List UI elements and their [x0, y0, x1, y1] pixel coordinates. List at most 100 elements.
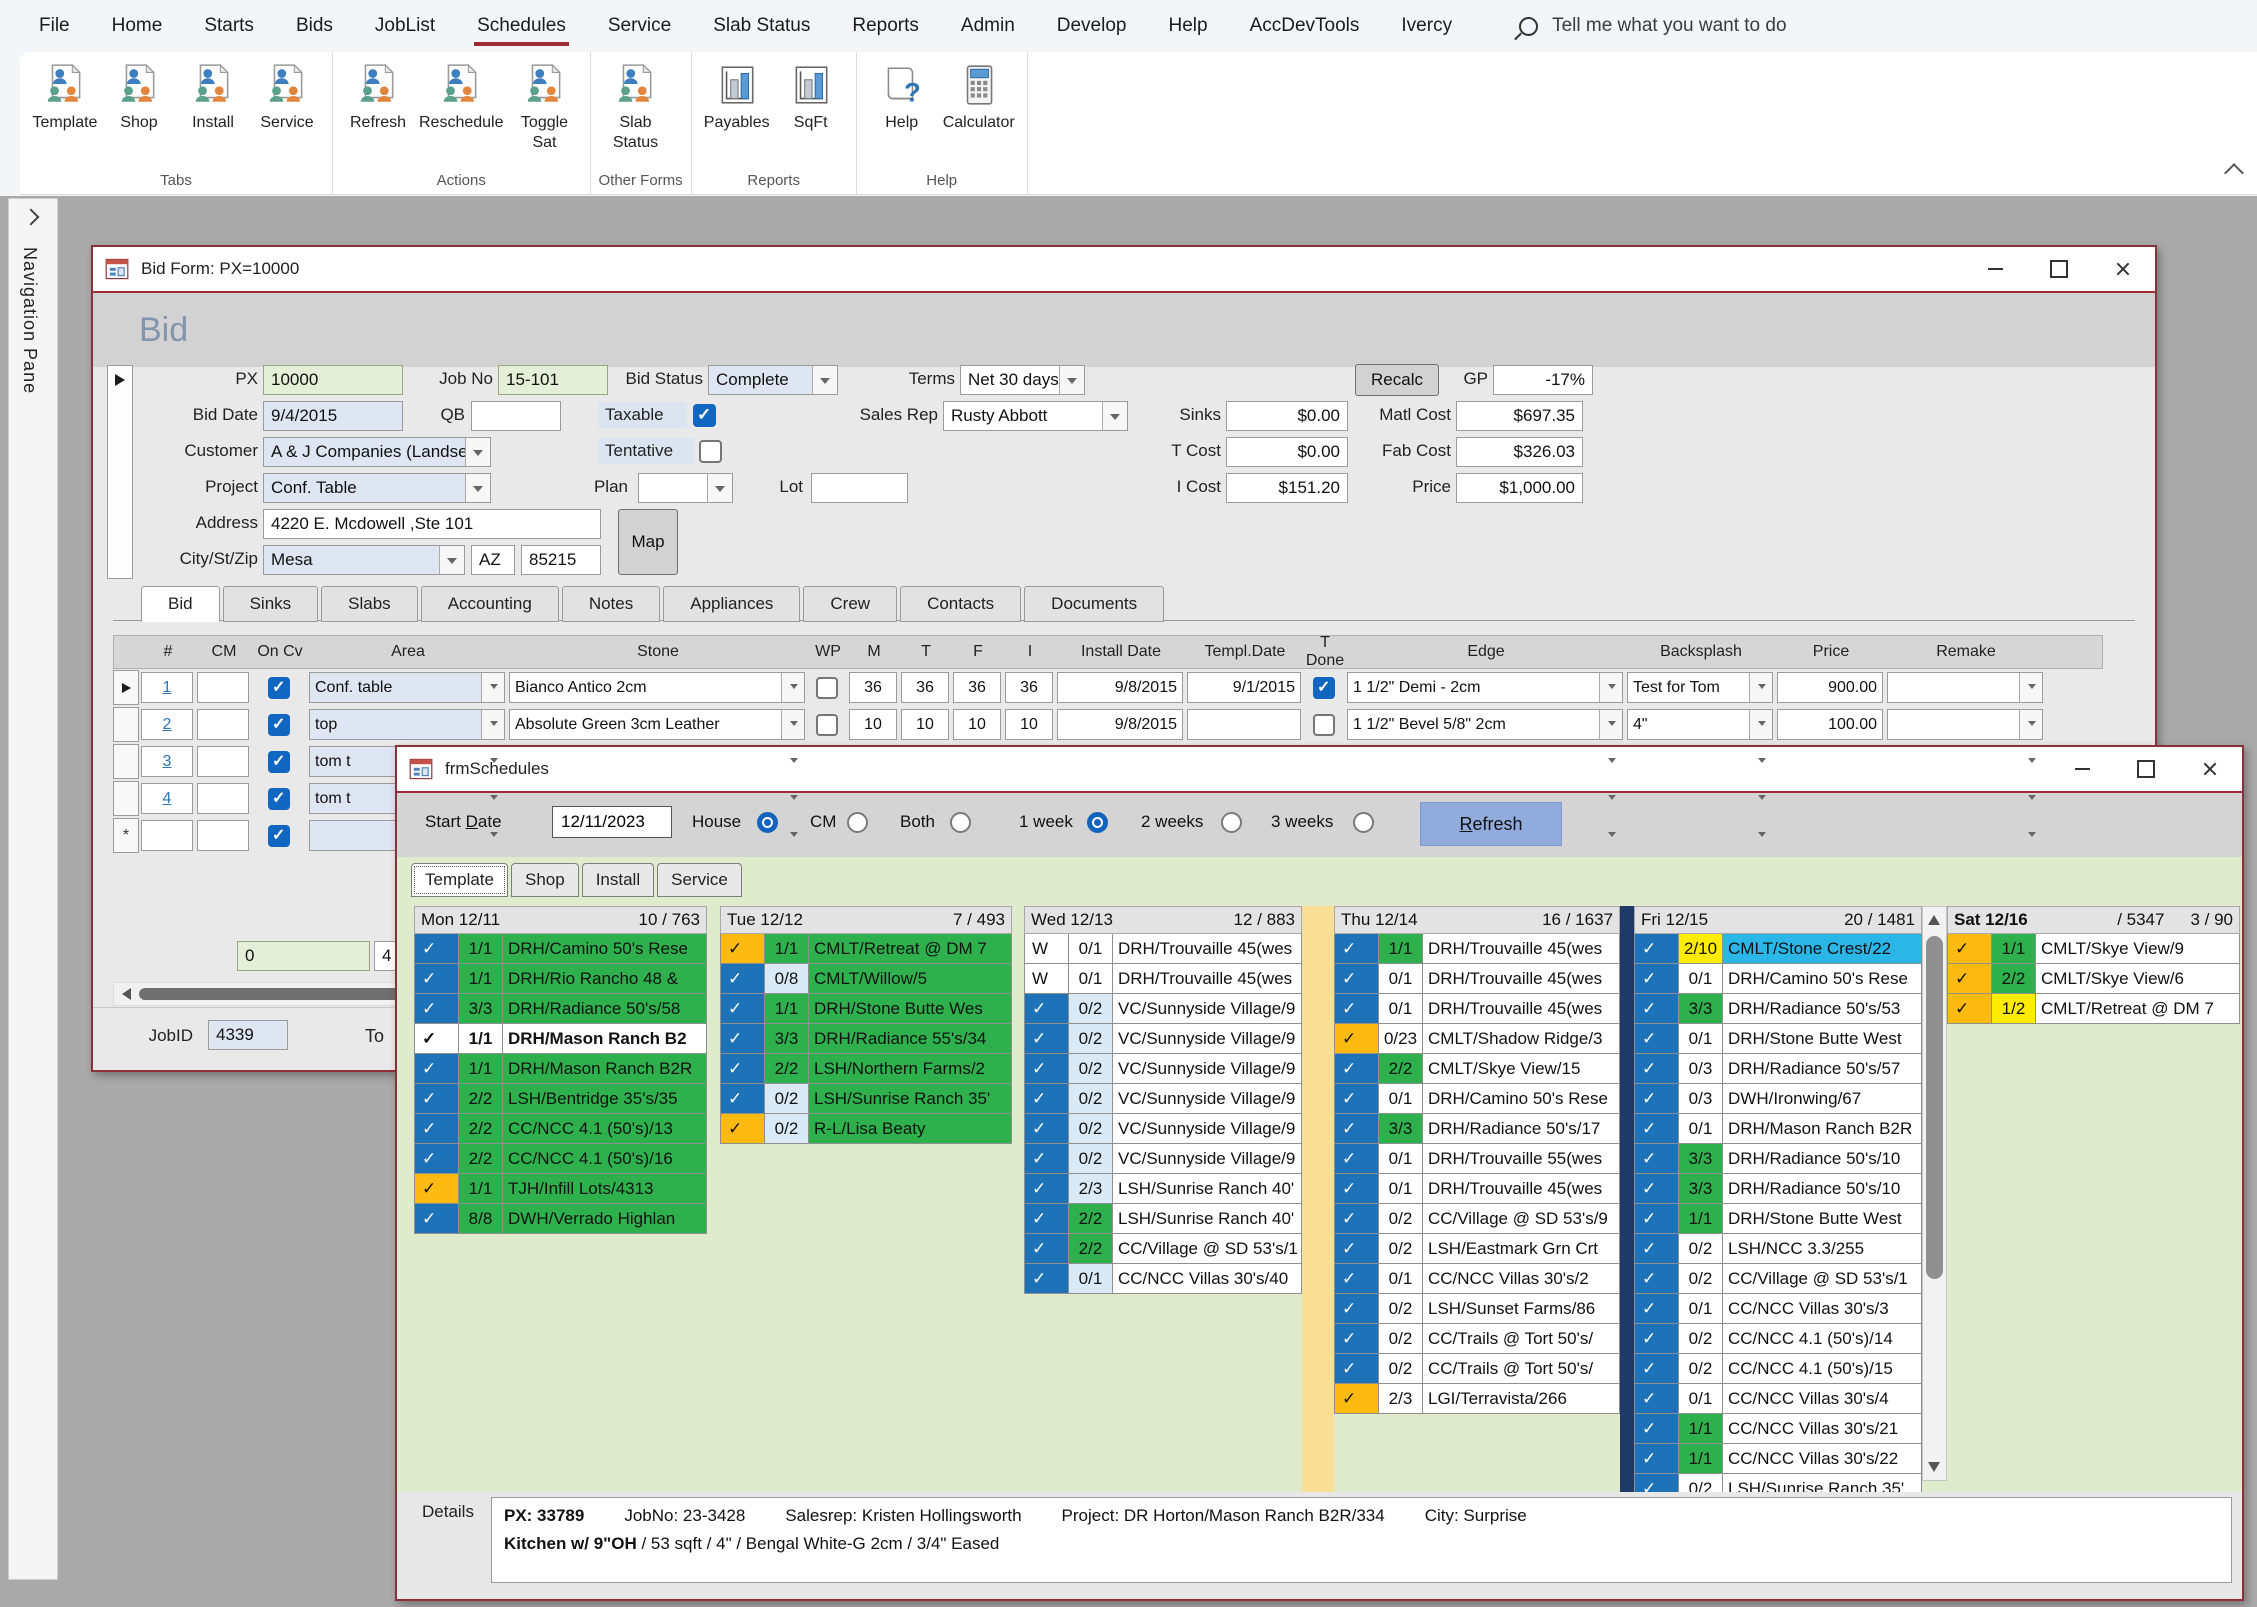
schedule-job-row[interactable]: ✓3/3DRH/Radiance 50's/10 [1634, 1174, 1922, 1204]
menu-help[interactable]: Help [1147, 3, 1228, 49]
gp-field[interactable]: -17% [1493, 365, 1593, 395]
schedule-job-row[interactable]: ✓0/1CC/NCC Villas 30's/2 [1334, 1264, 1620, 1294]
schedule-job-row[interactable]: ✓0/1DRH/Mason Ranch B2R [1634, 1114, 1922, 1144]
help-button[interactable]: ?Help [865, 58, 939, 137]
schedule-job-row[interactable]: ✓1/1CC/NCC Villas 30's/21 [1634, 1414, 1922, 1444]
price-field[interactable]: $1,000.00 [1456, 473, 1583, 503]
schedule-job-row[interactable]: ✓0/2CC/Trails @ Tort 50's/ [1334, 1354, 1620, 1384]
calculator-button[interactable]: Calculator [939, 58, 1019, 137]
schedule-job-row[interactable]: ✓8/8DWH/Verrado Highlan [414, 1204, 707, 1234]
scroll-left-icon[interactable] [122, 988, 131, 1000]
customer-select[interactable]: A & J Companies (Landsea) [263, 437, 491, 467]
menu-service[interactable]: Service [587, 3, 692, 49]
schedule-job-row[interactable]: ✓0/1DRH/Trouvaille 45(wes [1334, 994, 1620, 1024]
plan-select[interactable] [638, 473, 733, 503]
collapse-ribbon-icon[interactable] [2224, 163, 2244, 183]
schedule-job-row[interactable]: ✓2/2CC/NCC 4.1 (50's)/13 [414, 1114, 707, 1144]
schedule-job-row[interactable]: ✓2/2LSH/Bentridge 35's/35 [414, 1084, 707, 1114]
menu-slab-status[interactable]: Slab Status [692, 3, 831, 49]
area-cell[interactable]: top [309, 709, 505, 740]
start-date-input[interactable]: 12/11/2023 [552, 806, 672, 838]
toggle-sat-button[interactable]: Toggle Sat [508, 58, 582, 157]
tab-bid[interactable]: Bid [141, 586, 220, 622]
tab-install[interactable]: Install [582, 863, 654, 897]
menu-starts[interactable]: Starts [183, 3, 275, 49]
tab-sinks[interactable]: Sinks [223, 586, 319, 622]
price-cell[interactable]: 900.00 [1777, 672, 1883, 703]
t_done-checkbox[interactable] [1313, 677, 1335, 699]
scroll-down-icon[interactable] [1928, 1462, 1940, 1472]
tab-template[interactable]: Template [411, 863, 508, 897]
schedules-titlebar[interactable]: frmSchedules [397, 747, 2242, 793]
schedule-job-row[interactable]: ✓0/2VC/Sunnyside Village/9 [1024, 1054, 1302, 1084]
on_cv-checkbox[interactable] [268, 825, 290, 847]
schedule-job-row[interactable]: ✓0/1CC/NCC Villas 30's/4 [1634, 1384, 1922, 1414]
schedule-job-row[interactable]: ✓2/3LSH/Sunrise Ranch 40' [1024, 1174, 1302, 1204]
schedule-job-row[interactable]: ✓0/2LSH/Eastmark Grn Crt [1334, 1234, 1620, 1264]
refresh-button[interactable]: Refresh [341, 58, 415, 137]
close-button[interactable] [2178, 747, 2242, 791]
taxable-checkbox[interactable] [693, 404, 716, 427]
num-cell[interactable]: 2 [141, 709, 193, 740]
schedule-job-row[interactable]: ✓2/2CMLT/Skye View/6 [1947, 964, 2240, 994]
t-cell[interactable]: 36 [901, 672, 949, 703]
px-field[interactable]: 10000 [263, 365, 403, 395]
schedule-job-row[interactable]: ✓1/1CMLT/Skye View/9 [1947, 934, 2240, 964]
install_date-cell[interactable]: 9/8/2015 [1057, 672, 1183, 703]
tell-me-search[interactable]: Tell me what you want to do [1519, 15, 1786, 37]
jobid-field[interactable]: 4339 [208, 1020, 288, 1050]
shop-button[interactable]: Shop [102, 58, 176, 137]
templ_date-cell[interactable]: 9/1/2015 [1187, 672, 1301, 703]
schedule-job-row[interactable]: ✓0/23CMLT/Shadow Ridge/3 [1334, 1024, 1620, 1054]
schedule-job-row[interactable]: ✓0/8CMLT/Willow/5 [720, 964, 1012, 994]
schedule-job-row[interactable]: ✓1/1CC/NCC Villas 30's/22 [1634, 1444, 1922, 1474]
schedule-job-row[interactable]: ✓3/3DRH/Radiance 50's/17 [1334, 1114, 1620, 1144]
t-cell[interactable]: 10 [901, 709, 949, 740]
close-button[interactable] [2091, 247, 2155, 291]
expand-nav-pane-icon[interactable] [23, 209, 40, 226]
reschedule-button[interactable]: Reschedule [415, 58, 508, 137]
cm-radio[interactable] [847, 812, 868, 833]
terms-select[interactable]: Net 30 days [960, 365, 1085, 395]
schedule-job-row[interactable]: ✓2/3LGI/Terravista/266 [1334, 1384, 1620, 1414]
minimize-button[interactable] [2050, 747, 2114, 791]
city-select[interactable]: Mesa [263, 545, 465, 575]
menu-joblist[interactable]: JobList [354, 3, 456, 49]
both-radio[interactable] [950, 812, 971, 833]
row-selector[interactable] [113, 670, 139, 705]
on_cv-checkbox[interactable] [268, 788, 290, 810]
schedule-job-row[interactable]: W0/1DRH/Trouvaille 45(wes [1024, 934, 1302, 964]
schedule-job-row[interactable]: ✓2/2CMLT/Skye View/15 [1334, 1054, 1620, 1084]
tab-appliances[interactable]: Appliances [663, 586, 800, 622]
row-selector[interactable] [113, 744, 139, 779]
one-week-radio[interactable] [1087, 812, 1108, 833]
payables-button[interactable]: Payables [700, 58, 774, 137]
install_date-cell[interactable]: 9/8/2015 [1057, 709, 1183, 740]
sqft-button[interactable]: SqFt [774, 58, 848, 137]
schedule-job-row[interactable]: ✓0/1DRH/Stone Butte West [1634, 1024, 1922, 1054]
tab-crew[interactable]: Crew [803, 586, 897, 622]
schedule-job-row[interactable]: W0/1DRH/Trouvaille 45(wes [1024, 964, 1302, 994]
f-cell[interactable]: 10 [953, 709, 1001, 740]
m-cell[interactable]: 10 [849, 709, 897, 740]
schedule-job-row[interactable]: ✓0/2LSH/Sunset Farms/86 [1334, 1294, 1620, 1324]
sinks-field[interactable]: $0.00 [1226, 401, 1348, 431]
schedule-job-row[interactable]: ✓0/2VC/Sunnyside Village/9 [1024, 1084, 1302, 1114]
maximize-button[interactable] [2027, 247, 2091, 291]
qb-field[interactable] [471, 401, 561, 431]
record-selector[interactable] [107, 365, 133, 579]
row-selector[interactable]: * [113, 818, 139, 853]
job-no-field[interactable]: 15-101 [498, 365, 608, 395]
schedule-job-row[interactable]: ✓0/2CC/Trails @ Tort 50's/ [1334, 1324, 1620, 1354]
schedule-job-row[interactable]: ✓1/1DRH/Stone Butte Wes [720, 994, 1012, 1024]
schedule-job-row[interactable]: ✓0/1DRH/Camino 50's Rese [1334, 1084, 1620, 1114]
zip-field[interactable]: 85215 [521, 545, 601, 575]
table-row[interactable]: 2topAbsolute Green 3cm Leather101010109/… [113, 706, 2103, 743]
schedule-job-row[interactable]: ✓0/2CC/NCC 4.1 (50's)/15 [1634, 1354, 1922, 1384]
schedule-job-row[interactable]: ✓1/1DRH/Mason Ranch B2R [414, 1054, 707, 1084]
tentative-checkbox[interactable] [699, 440, 722, 463]
menu-file[interactable]: File [18, 3, 91, 49]
i-cell[interactable]: 10 [1005, 709, 1053, 740]
schedule-job-row[interactable]: ✓0/1DRH/Trouvaille 45(wes [1334, 1174, 1620, 1204]
schedule-job-row[interactable]: ✓0/3DRH/Radiance 50's/57 [1634, 1054, 1922, 1084]
